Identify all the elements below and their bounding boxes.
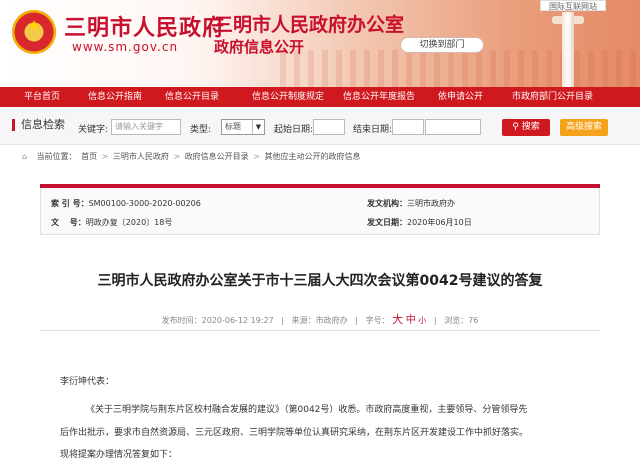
huabiao-pillar-icon: [562, 12, 574, 87]
breadcrumb-prefix: 当前位置：: [36, 152, 77, 161]
search-button[interactable]: ⚲ 搜索: [502, 119, 550, 136]
nav-item-home[interactable]: 平台首页: [24, 87, 60, 107]
font-size-medium-button[interactable]: 中: [406, 315, 416, 326]
type-select[interactable]: 标题 ▼: [221, 119, 265, 135]
nav-item-annual-report[interactable]: 信息公开年度报告: [343, 87, 415, 107]
views-value: 76: [468, 316, 479, 325]
breadcrumb: ⌂ 当前位置： 首页 > 三明市人民政府 > 政府信息公开目录 > 其他应主动公…: [22, 151, 362, 162]
start-date-label: 起始日期:: [274, 125, 314, 135]
search-title: 信息检索: [12, 119, 65, 131]
font-size-label: 字号：: [365, 316, 390, 325]
issue-date-value: 2020年06月10日: [407, 218, 472, 227]
font-size-large-button[interactable]: 大: [392, 313, 403, 326]
article-salutation: 李衍坤代表：: [60, 377, 115, 387]
end-date-input[interactable]: [392, 119, 424, 135]
end-date-label: 结束日期:: [353, 125, 393, 135]
article-paragraph-1-line-2: 后作出批示，要求市自然资源局、三元区政府、三明学院等单位认真研究采纳，在荆东片区…: [60, 428, 529, 438]
national-emblem-icon: ★: [12, 10, 56, 54]
doc-number-row: 文 号：明政办复〔2020〕18号: [51, 217, 172, 228]
breadcrumb-item-city-government[interactable]: 三明市人民政府: [113, 152, 169, 161]
publish-time-label: 发布时间：: [161, 316, 202, 325]
views-label: 浏览：: [444, 316, 469, 325]
issue-date-row: 发文日期：2020年06月10日: [367, 217, 472, 228]
source-label: 来源：: [291, 316, 316, 325]
font-size-small-button[interactable]: 小: [418, 316, 426, 325]
document-info-box: 索 引 号：SM00100-3000-2020-00206 发文机构：三明市政府…: [40, 184, 600, 235]
office-subtitle: 政府信息公开: [214, 38, 305, 56]
breadcrumb-separator: >: [101, 152, 109, 161]
main-nav: 平台首页 信息公开指南 信息公开目录 信息公开制度规定 信息公开年度报告 依申请…: [0, 87, 640, 107]
doc-number-label: 文 号：: [51, 218, 86, 227]
advanced-search-button[interactable]: 高级搜索: [560, 119, 608, 136]
nav-item-catalog[interactable]: 信息公开目录: [165, 87, 219, 107]
source-value: 市政府办: [315, 316, 348, 325]
breadcrumb-item-home[interactable]: 首页: [81, 152, 97, 161]
keyword-label: 关键字:: [78, 125, 109, 135]
index-number-row: 索 引 号：SM00100-3000-2020-00206: [51, 198, 201, 209]
breadcrumb-separator: >: [253, 152, 260, 161]
issuing-org-row: 发文机构：三明市政府办: [367, 198, 455, 209]
issuing-org-value: 三明市政府办: [407, 199, 455, 208]
search-icon: ⚲: [512, 122, 519, 132]
nav-item-request[interactable]: 依申请公开: [438, 87, 483, 107]
type-select-value: 标题: [225, 122, 241, 131]
article-paragraph-1-line-1: 《关于三明学院与荆东片区校村融合发展的建议》（第0042号）收悉。市政府高度重视…: [86, 405, 528, 415]
nav-item-rules[interactable]: 信息公开制度规定: [252, 87, 324, 107]
internet-site-badge: 国际互联网站: [540, 0, 606, 11]
site-url: www.sm.gov.cn: [72, 40, 179, 54]
breadcrumb-separator: >: [173, 152, 181, 161]
switch-department-button[interactable]: 切换到部门: [400, 37, 484, 53]
article-meta: 发布时间：2020-06-12 19:27 | 来源：市政府办 | 字号： 大 …: [161, 313, 479, 326]
search-button-label: 搜索: [521, 122, 540, 132]
type-label: 类型:: [190, 125, 212, 135]
start-date-input[interactable]: [313, 119, 345, 135]
great-wall-graphic: [280, 50, 640, 87]
end-date-input-extra[interactable]: [425, 119, 481, 135]
index-number-value: SM00100-3000-2020-00206: [88, 199, 201, 208]
doc-number-value: 明政办复〔2020〕18号: [85, 218, 173, 227]
article-paragraph-2: 现将提案办理情况答复如下：: [60, 450, 178, 460]
chevron-down-icon: ▼: [252, 120, 264, 134]
breadcrumb-item-catalog[interactable]: 政府信息公开目录: [185, 152, 249, 161]
issue-date-label: 发文日期：: [367, 218, 407, 227]
publish-time-value: 2020-06-12 19:27: [201, 316, 274, 325]
article-divider: [40, 330, 600, 331]
site-header: ★ 三明市人民政府 www.sm.gov.cn 三明市人民政府办公室 政府信息公…: [0, 0, 640, 87]
home-icon: ⌂: [22, 152, 28, 161]
nav-item-guide[interactable]: 信息公开指南: [88, 87, 142, 107]
issuing-org-label: 发文机构：: [367, 199, 407, 208]
site-name[interactable]: 三明市人民政府: [64, 10, 225, 42]
breadcrumb-item-other-info[interactable]: 其他应主动公开的政府信息: [264, 152, 360, 161]
search-bar: 信息检索 关键字: 请输入关键字 类型: 标题 ▼ 起始日期: 结束日期: ⚲ …: [0, 107, 640, 145]
office-name: 三明市人民政府办公室: [214, 14, 405, 36]
keyword-input[interactable]: 请输入关键字: [111, 119, 181, 135]
article-title: 三明市人民政府办公室关于市十三届人大四次会议第0042号建议的答复: [97, 273, 543, 289]
nav-item-department-catalog[interactable]: 市政府部门公开目录: [512, 87, 593, 107]
index-number-label: 索 引 号：: [51, 199, 89, 208]
